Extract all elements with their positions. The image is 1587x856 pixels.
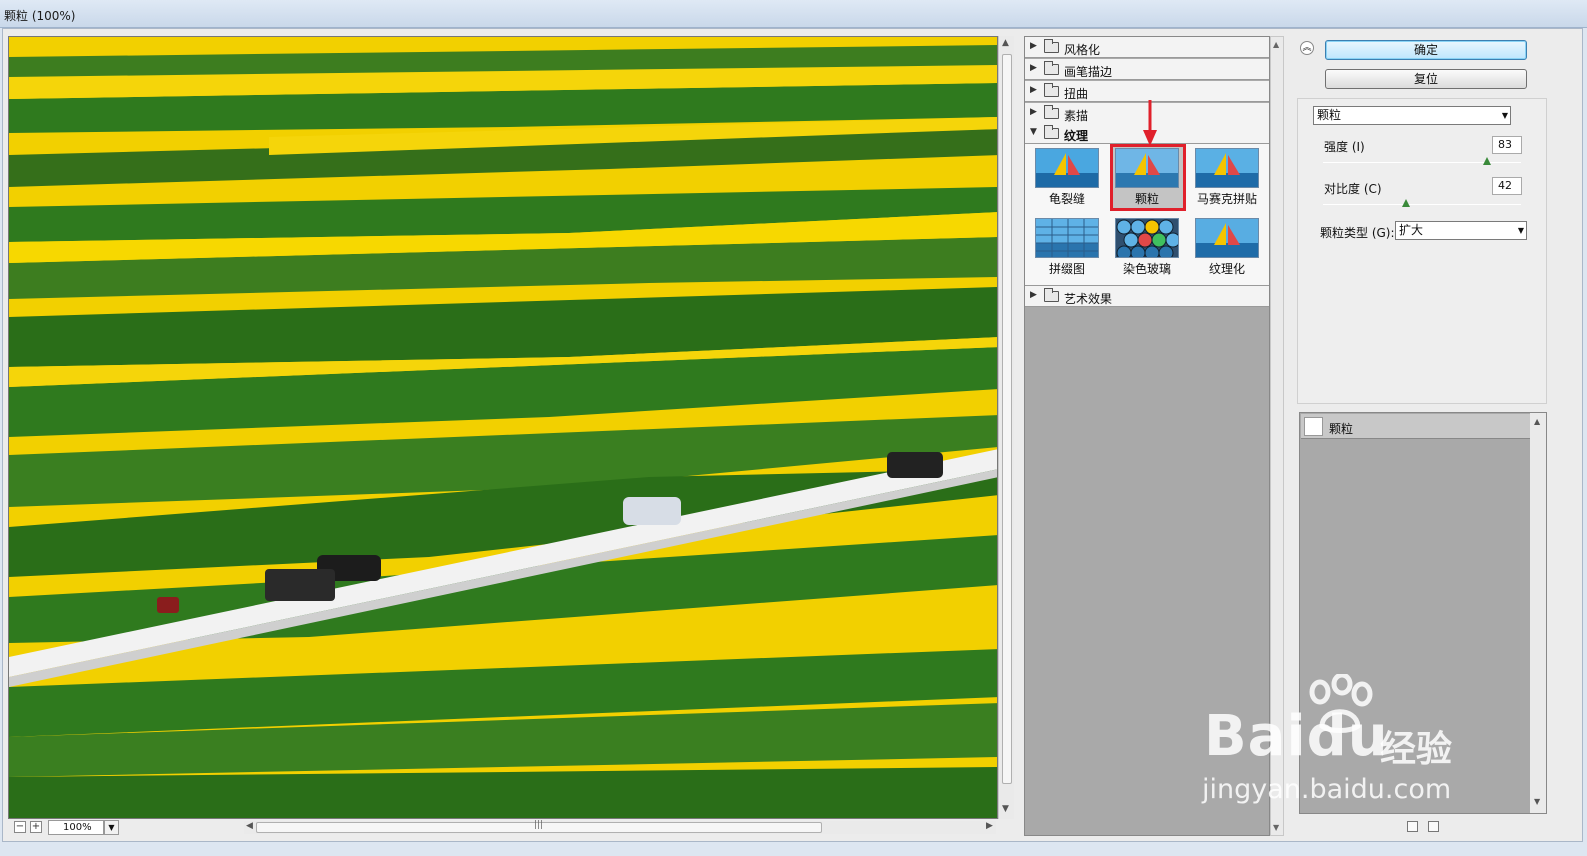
preview-horizontal-scrollbar[interactable]: ◀ ||| ▶	[244, 820, 996, 834]
scroll-down-arrow-icon[interactable]: ▼	[1273, 823, 1279, 832]
vertical-scroll-thumb[interactable]	[1002, 54, 1012, 784]
delete-effect-layer-icon[interactable]	[1428, 821, 1439, 832]
zoom-level-field[interactable]: 100%	[48, 820, 104, 835]
layers-scrollbar[interactable]: ▲ ▼	[1530, 413, 1546, 813]
contrast-input[interactable]: 42	[1492, 177, 1522, 195]
preview-vertical-scrollbar[interactable]: ▲ ▼	[998, 36, 1014, 819]
chevron-down-icon: ▼	[1517, 226, 1524, 235]
sailboat-thumbnail	[1115, 218, 1179, 258]
expand-arrow-icon[interactable]: ▶	[1030, 290, 1037, 300]
title-bar: 颗粒 (100%)	[0, 0, 1587, 28]
filter-stained-glass[interactable]: 染色玻璃	[1107, 216, 1183, 280]
sailboat-thumbnail	[1195, 218, 1259, 258]
effect-layer-row[interactable]: 颗粒	[1301, 414, 1531, 439]
expand-arrow-icon[interactable]: ▶	[1030, 41, 1037, 51]
collapse-arrow-icon[interactable]: ▼	[1030, 127, 1037, 137]
filter-select[interactable]: 颗粒 ▼	[1313, 106, 1511, 125]
filter-texturizer[interactable]: 纹理化	[1187, 216, 1263, 280]
grain-type-select[interactable]: 扩大 ▼	[1395, 221, 1527, 240]
filter-grain[interactable]: 颗粒	[1107, 144, 1186, 211]
folder-icon	[1044, 105, 1059, 119]
contrast-slider-handle[interactable]	[1402, 199, 1411, 207]
collapse-gallery-icon[interactable]: ︽	[1300, 41, 1314, 55]
scroll-up-arrow-icon[interactable]: ▲	[1534, 417, 1540, 426]
watermark-brand-cn: 经验	[1380, 729, 1453, 770]
zoom-dropdown-icon[interactable]: ▼	[104, 820, 119, 835]
watermark-url: jingyan.baidu.com	[1202, 774, 1452, 805]
zoom-out-button[interactable]: −	[14, 821, 26, 833]
scroll-up-arrow-icon[interactable]: ▲	[1273, 40, 1279, 49]
intensity-label: 强度 (I)	[1324, 140, 1365, 154]
folder-icon	[1044, 288, 1059, 302]
category-stylize[interactable]: ▶ 风格化	[1025, 37, 1269, 58]
sailboat-thumbnail	[1195, 148, 1259, 188]
visibility-toggle-icon[interactable]	[1304, 417, 1323, 436]
rapeseed-field-photo	[9, 37, 997, 818]
expand-arrow-icon[interactable]: ▶	[1030, 107, 1037, 117]
texture-filter-thumbnails: 龟裂缝 颗粒 马赛克拼贴 拼缀图 染色玻璃 纹理化	[1025, 144, 1269, 286]
red-arrow-annotation-icon	[1143, 100, 1157, 146]
sailboat-thumbnail	[1035, 148, 1099, 188]
scroll-down-arrow-icon[interactable]: ▼	[1534, 797, 1540, 806]
scroll-up-arrow-icon[interactable]: ▲	[1002, 38, 1009, 48]
ok-button[interactable]: 确定	[1325, 40, 1527, 60]
filter-patchwork[interactable]: 拼缀图	[1027, 216, 1103, 280]
scroll-down-arrow-icon[interactable]: ▼	[1002, 804, 1009, 814]
window-title: 颗粒 (100%)	[4, 9, 76, 23]
folder-open-icon	[1044, 125, 1059, 139]
contrast-slider-track[interactable]	[1323, 204, 1521, 205]
preview-image[interactable]	[8, 36, 998, 819]
category-distort[interactable]: ▶ 扭曲	[1025, 81, 1269, 102]
category-artistic[interactable]: ▶ 艺术效果	[1025, 286, 1269, 307]
grain-type-label: 颗粒类型 (G):	[1320, 226, 1395, 240]
preview-bottom-bar: − + 100% ▼ ◀ ||| ▶	[8, 819, 1014, 836]
sailboat-thumbnail	[1035, 218, 1099, 258]
chevron-down-icon: ▼	[1501, 111, 1508, 120]
watermark-brand: Baidu	[1204, 704, 1389, 769]
intensity-slider-handle[interactable]	[1483, 157, 1492, 165]
sailboat-thumbnail	[1115, 148, 1179, 188]
scroll-left-arrow-icon[interactable]: ◀	[246, 821, 253, 831]
scroll-grip-icon: |||	[534, 820, 544, 830]
zoom-in-button[interactable]: +	[30, 821, 42, 833]
folder-icon	[1044, 83, 1059, 97]
contrast-label: 对比度 (C)	[1324, 182, 1382, 196]
expand-arrow-icon[interactable]: ▶	[1030, 63, 1037, 73]
filter-mosaic-tiles[interactable]: 马赛克拼贴	[1187, 146, 1263, 210]
intensity-input[interactable]: 83	[1492, 136, 1522, 154]
baidu-watermark: Baidu 经验 jingyan.baidu.com	[1200, 672, 1500, 812]
filter-craquelure[interactable]: 龟裂缝	[1027, 146, 1103, 210]
reset-button[interactable]: 复位	[1325, 69, 1527, 89]
new-effect-layer-icon[interactable]	[1407, 821, 1418, 832]
folder-icon	[1044, 39, 1059, 53]
category-brush-strokes[interactable]: ▶ 画笔描边	[1025, 59, 1269, 80]
scroll-right-arrow-icon[interactable]: ▶	[986, 821, 993, 831]
expand-arrow-icon[interactable]: ▶	[1030, 85, 1037, 95]
folder-icon	[1044, 61, 1059, 75]
